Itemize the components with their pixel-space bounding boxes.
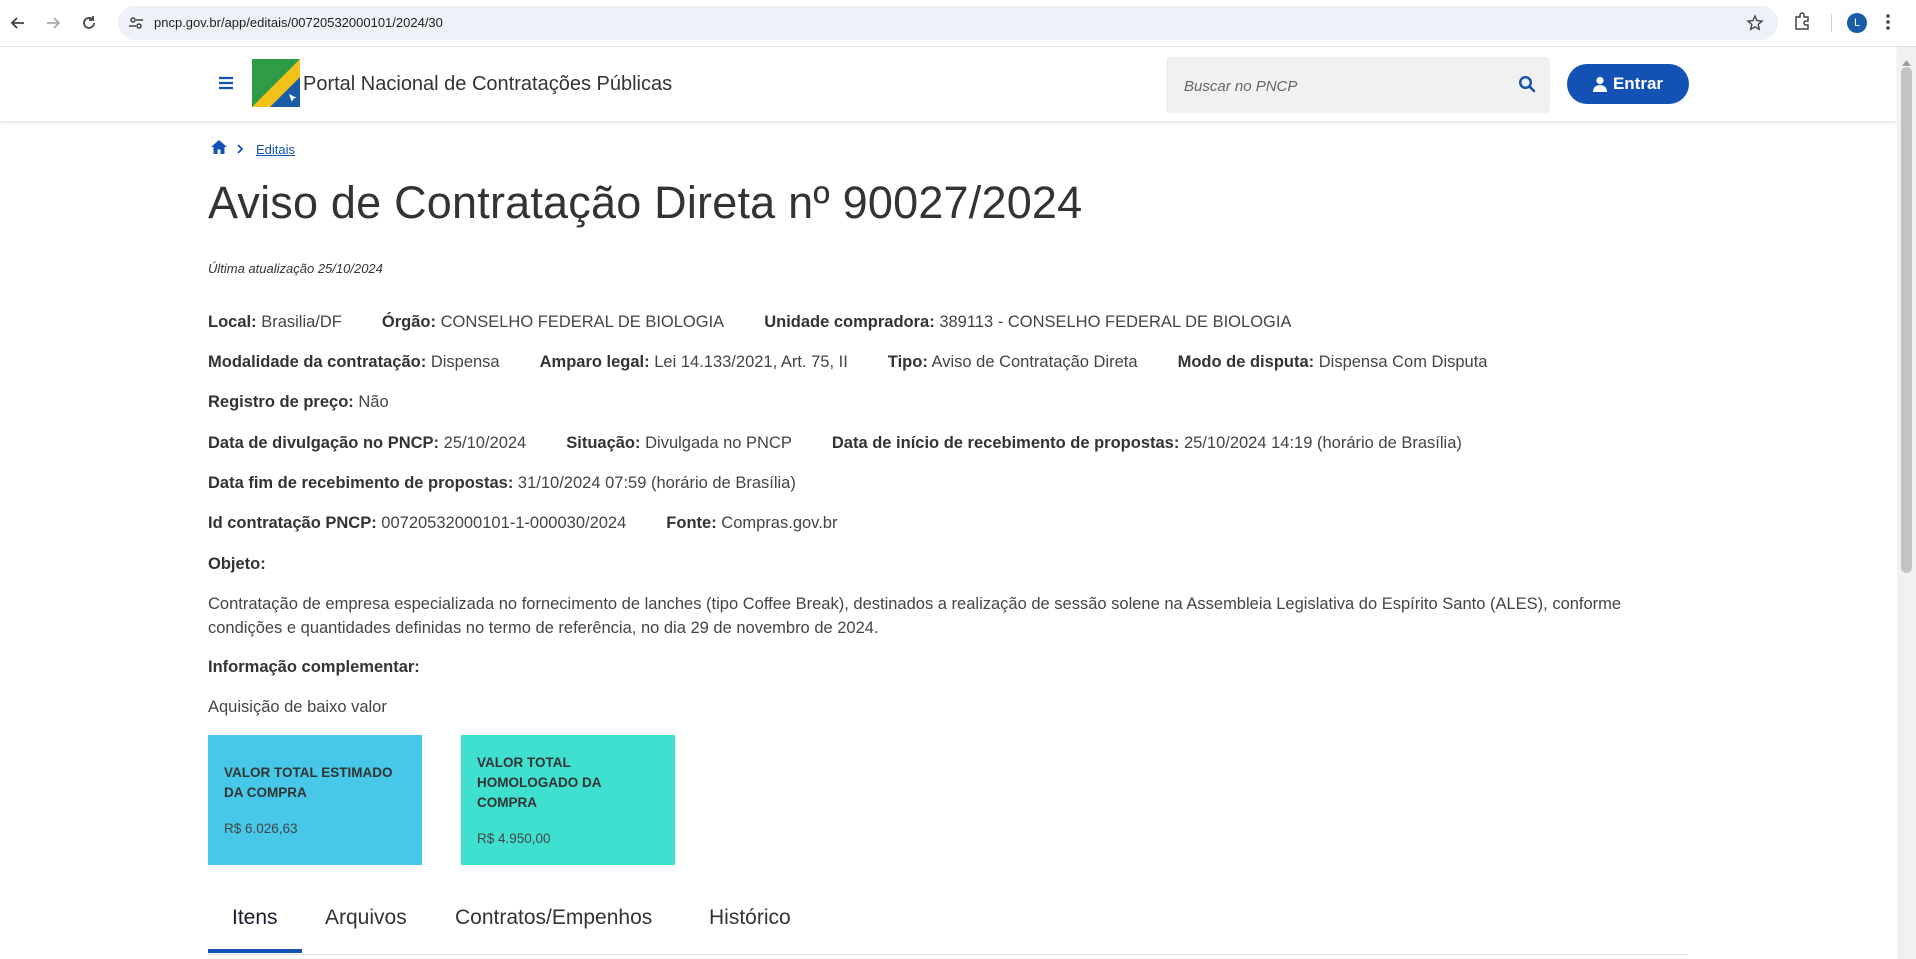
bookmark-star-icon[interactable] <box>1746 14 1764 37</box>
fields-row-3: Registro de preço: Não <box>208 393 389 412</box>
field-situacao: Situação: Divulgada no PNCP <box>566 434 792 452</box>
field-amparo: Amparo legal: Lei 14.133/2021, Art. 75, … <box>539 353 848 371</box>
reload-icon[interactable] <box>77 11 101 35</box>
home-icon[interactable] <box>210 139 228 160</box>
card-valor-estimado-label: VALOR TOTAL ESTIMADO DA COMPRA <box>224 765 393 800</box>
info-text: Aquisição de baixo valor <box>208 698 387 716</box>
field-registro: Registro de preço: Não <box>208 393 389 411</box>
portal-title[interactable]: Portal Nacional de Contratações Públicas <box>303 73 672 96</box>
login-button[interactable]: Entrar <box>1567 64 1689 104</box>
field-inicio: Data de início de recebimento de propost… <box>831 434 1462 452</box>
field-modo: Modo de disputa: Dispensa Com Disputa <box>1177 353 1488 371</box>
chevron-right-icon <box>236 141 244 159</box>
tab-historico[interactable]: Histórico <box>709 906 791 930</box>
hamburger-menu-icon[interactable] <box>217 75 235 96</box>
search-input[interactable] <box>1182 73 1506 99</box>
fields-row-6: Id contratação PNCP: 00720532000101-1-00… <box>208 514 837 533</box>
info-label: Informação complementar: <box>208 658 420 676</box>
site-header: Portal Nacional de Contratações Públicas… <box>0 47 1896 121</box>
field-fim: Data fim de recebimento de propostas: 31… <box>208 474 796 492</box>
tab-contratos-empenhos[interactable]: Contratos/Empenhos <box>455 906 652 930</box>
card-valor-homologado-value: R$ 4.950,00 <box>477 831 551 846</box>
back-arrow-icon[interactable] <box>6 11 30 35</box>
search-container <box>1166 57 1550 113</box>
field-local: Local: Brasilia/DF <box>208 313 342 331</box>
site-settings-icon[interactable] <box>128 15 144 36</box>
tab-arquivos[interactable]: Arquivos <box>325 906 407 930</box>
profile-avatar[interactable]: L <box>1847 13 1867 33</box>
toolbar-divider <box>1831 14 1832 32</box>
active-tab-indicator <box>208 949 302 953</box>
page-scrollbar[interactable] <box>1897 47 1916 959</box>
card-valor-estimado: VALOR TOTAL ESTIMADO DA COMPRA R$ 6.026,… <box>208 735 422 865</box>
fields-row-4: Data de divulgação no PNCP: 25/10/2024 S… <box>208 434 1462 453</box>
field-orgao: Órgão: CONSELHO FEDERAL DE BIOLOGIA <box>381 313 725 331</box>
field-tipo: Tipo: Aviso de Contratação Direta <box>887 353 1138 371</box>
field-unidade: Unidade compradora: 389113 - CONSELHO FE… <box>764 313 1292 331</box>
breadcrumb: Editais <box>210 139 295 160</box>
card-valor-homologado: VALOR TOTAL HOMOLOGADO DA COMPRA R$ 4.95… <box>461 735 675 865</box>
url-text[interactable]: pncp.gov.br/app/editais/00720532000101/2… <box>154 15 443 30</box>
browser-toolbar: pncp.gov.br/app/editais/00720532000101/2… <box>0 0 1916 47</box>
page-title: Aviso de Contratação Direta nº 90027/202… <box>208 177 1083 228</box>
user-icon <box>1592 76 1607 92</box>
tab-bar: Itens Arquivos Contratos/Empenhos Histór… <box>208 894 1688 955</box>
fields-row-2: Modalidade da contratação: Dispensa Ampa… <box>208 353 1488 372</box>
fields-row-5: Data fim de recebimento de propostas: 31… <box>208 474 796 493</box>
card-valor-estimado-value: R$ 6.026,63 <box>224 821 298 836</box>
forward-arrow-icon[interactable] <box>41 11 65 35</box>
tab-itens[interactable]: Itens <box>232 906 278 930</box>
login-button-label: Entrar <box>1612 74 1664 93</box>
address-bar[interactable]: pncp.gov.br/app/editais/00720532000101/2… <box>118 6 1778 40</box>
field-fonte: Fonte: Compras.gov.br <box>666 514 838 532</box>
last-update-text: Última atualização 25/10/2024 <box>208 261 383 276</box>
scrollbar-thumb[interactable] <box>1901 67 1912 573</box>
breadcrumb-link-editais[interactable]: Editais <box>256 142 295 157</box>
browser-menu-icon[interactable] <box>1885 12 1891 37</box>
search-icon[interactable] <box>1518 75 1536 98</box>
pncp-logo[interactable] <box>252 59 300 107</box>
objeto-label: Objeto: <box>208 555 266 573</box>
card-valor-homologado-label: VALOR TOTAL HOMOLOGADO DA COMPRA <box>477 755 601 810</box>
objeto-text: Contratação de empresa especializada no … <box>208 595 1622 637</box>
extensions-icon[interactable] <box>1792 11 1812 36</box>
field-id: Id contratação PNCP: 00720532000101-1-00… <box>208 514 627 532</box>
fields-row-1: Local: Brasilia/DF Órgão: CONSELHO FEDER… <box>208 313 1291 332</box>
field-modalidade: Modalidade da contratação: Dispensa <box>208 353 500 371</box>
field-divulgacao: Data de divulgação no PNCP: 25/10/2024 <box>208 434 527 452</box>
